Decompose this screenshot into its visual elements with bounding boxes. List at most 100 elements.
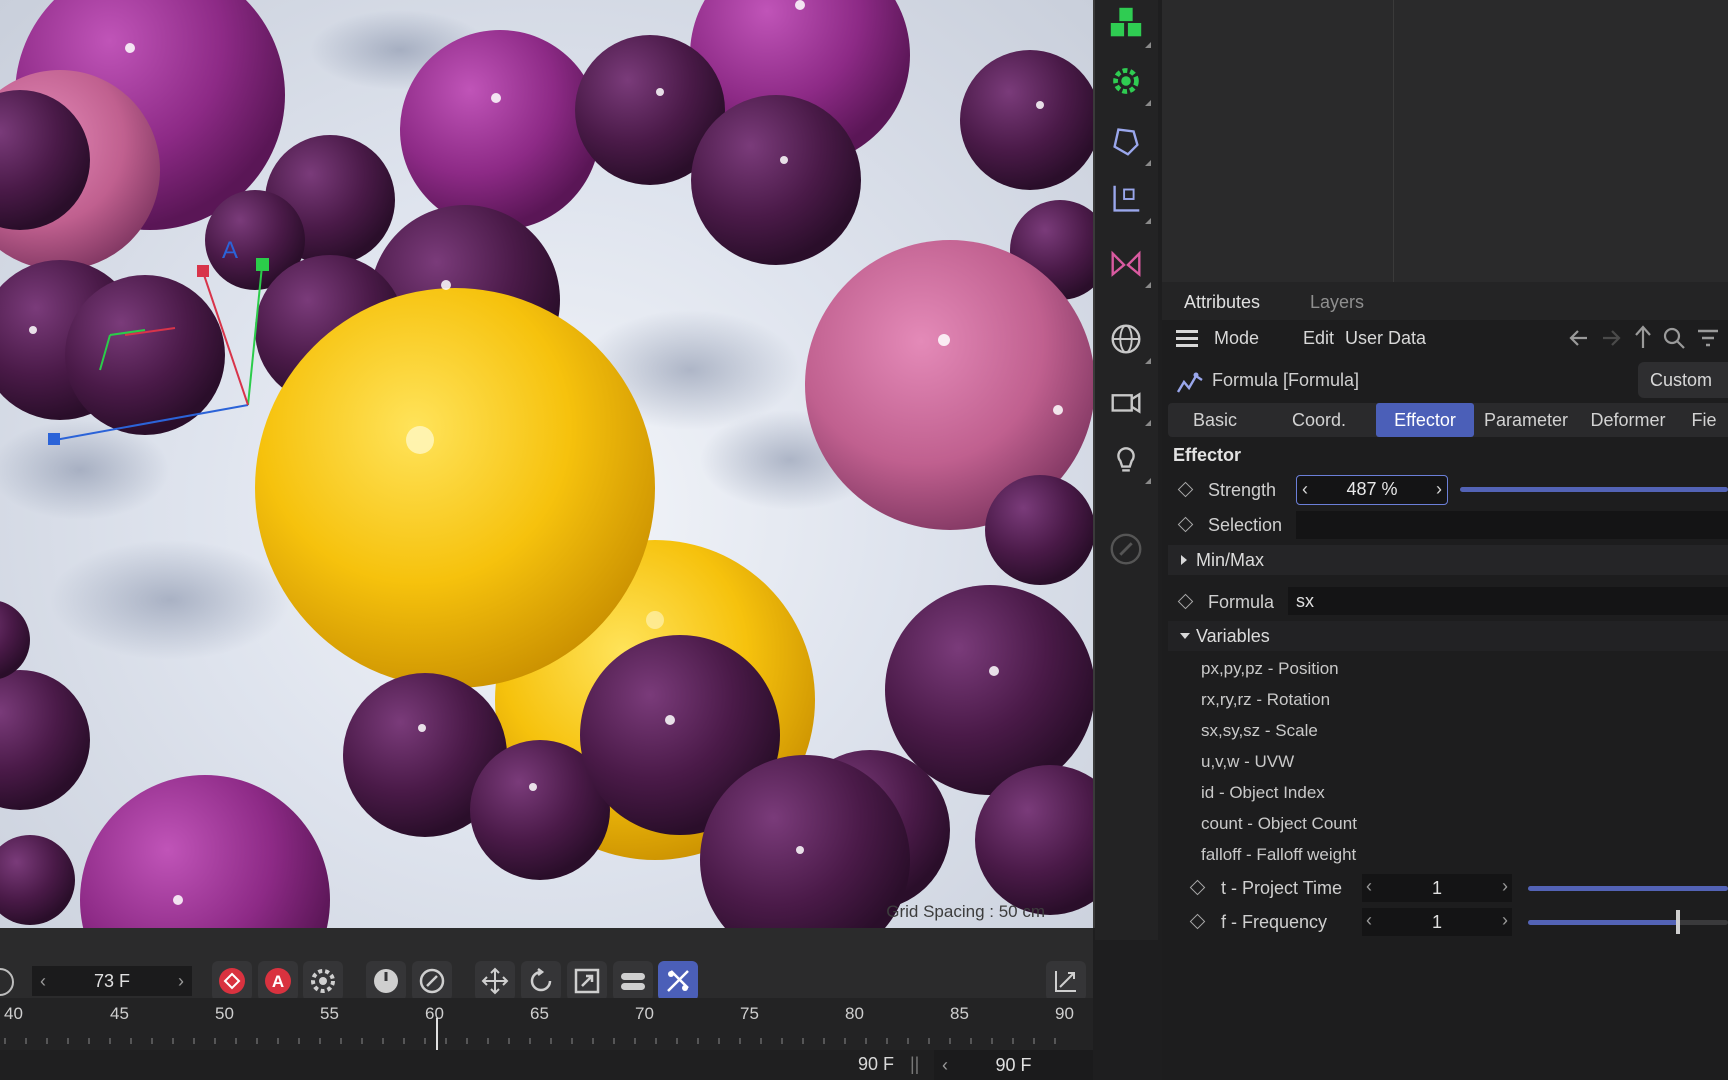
tab-fields[interactable]: Fie [1680,403,1728,437]
axis-label: A [222,237,238,264]
play-icon[interactable] [0,968,14,996]
tick-label: 80 [845,1004,864,1023]
minmax-label: Min/Max [1196,550,1265,570]
param-key-icon[interactable] [613,961,653,1001]
environment-icon[interactable] [1103,316,1151,364]
tick-label: 45 [110,1004,129,1023]
expand-arrow-icon[interactable] [1181,555,1187,565]
edit-icon[interactable] [1103,526,1149,572]
project-time-slider[interactable] [1528,886,1728,891]
collapse-arrow-icon[interactable] [1180,633,1190,639]
effector-gear-icon[interactable] [1103,58,1151,106]
mouse-mode-icon[interactable] [366,961,406,1001]
tab-parameter[interactable]: Parameter [1476,403,1576,437]
hamburger-menu-icon[interactable] [1176,330,1198,348]
record-keyframe-button[interactable] [212,961,252,1001]
selection-label: Selection [1208,515,1283,535]
tab-attributes[interactable]: Attributes [1184,292,1260,313]
tick-label: 90 [1055,1004,1074,1023]
timeline-range-bar[interactable]: 90 F || ‹ 90 F [0,1050,1093,1080]
menu-user-data[interactable]: User Data [1345,328,1426,349]
keyframe-diamond-icon[interactable] [1189,879,1206,896]
3d-viewport[interactable]: A Grid Spacing : 50 cm [0,0,1095,928]
tab-effector[interactable]: Effector [1376,403,1474,437]
menu-mode[interactable]: Mode [1214,328,1259,349]
selection-field[interactable] [1296,511,1728,539]
variable-item: falloff - Falloff weight [1201,845,1357,864]
pla-key-icon[interactable] [658,961,698,1001]
project-time-label: t - Project Time [1221,878,1343,898]
increment-chevron-icon[interactable]: › [178,966,184,996]
variable-item: count - Object Count [1201,814,1357,833]
range-separator-icon: || [910,1054,920,1074]
custom-button[interactable]: Custom [1638,362,1728,398]
light-icon[interactable] [1103,436,1151,484]
keyframe-mode-icon[interactable] [412,961,452,1001]
frequency-field[interactable]: ‹ 1 › [1362,908,1512,936]
tick-label: 40 [4,1004,23,1023]
keyframe-settings-gear-icon[interactable] [303,961,343,1001]
increment-chevron-icon[interactable]: › [1502,876,1508,897]
variable-item: sx,sy,sz - Scale [1201,721,1318,740]
increment-chevron-icon[interactable]: › [1436,479,1442,500]
tick-label: 60 [425,1004,444,1023]
camera-icon[interactable] [1103,378,1151,426]
move-key-icon[interactable] [475,961,515,1001]
keyframe-diamond-icon[interactable] [1177,593,1194,610]
keyframe-diamond-icon[interactable] [1189,913,1206,930]
decrement-chevron-icon[interactable]: ‹ [40,966,46,996]
decrement-chevron-icon[interactable]: ‹ [942,1050,948,1080]
keyframe-diamond-icon[interactable] [1177,516,1194,533]
strength-value: 487 % [1346,479,1398,499]
frequency-label: f - Frequency [1221,912,1328,932]
variable-item: id - Object Index [1201,783,1325,802]
tab-deformer[interactable]: Deformer [1578,403,1678,437]
tick-label: 55 [320,1004,339,1023]
formula-effector-icon [1176,372,1203,393]
tick-label: 75 [740,1004,759,1023]
minmax-group[interactable]: Min/Max [1168,545,1728,575]
tab-basic[interactable]: Basic [1168,403,1262,437]
search-icon[interactable] [1662,326,1686,350]
formula-label: Formula [1208,592,1275,612]
variables-label: Variables [1196,626,1270,646]
strength-field[interactable]: ‹ 487 % › [1296,475,1448,505]
deformer-icon[interactable] [1103,118,1151,166]
variables-group[interactable]: Variables [1168,621,1728,651]
playhead[interactable] [436,1018,438,1050]
variable-item: px,py,pz - Position [1201,659,1339,678]
cloner-icon[interactable] [1103,0,1151,48]
svg-text:A: A [272,972,284,991]
project-time-field[interactable]: ‹ 1 › [1362,874,1512,902]
grid-spacing-label: Grid Spacing : 50 cm [886,902,1045,921]
back-arrow-icon[interactable] [1567,326,1591,350]
keyframe-diamond-icon[interactable] [1177,481,1194,498]
timeline-panel: ‹ 73 F › A 40 45 50 55 60 65 70 75 80 85… [0,928,1093,1080]
up-arrow-icon[interactable] [1631,324,1655,350]
filter-icon[interactable] [1696,326,1720,350]
timeline-ruler[interactable]: 40 45 50 55 60 65 70 75 80 85 90 [0,998,1093,1050]
tab-layers[interactable]: Layers [1310,292,1364,313]
forward-arrow-icon[interactable] [1599,326,1623,350]
scale-key-icon[interactable] [567,961,607,1001]
fcurve-icon[interactable] [1046,961,1086,1001]
formula-input[interactable]: sx [1288,587,1728,615]
menu-edit[interactable]: Edit [1303,328,1334,349]
variable-item: rx,ry,rz - Rotation [1201,690,1331,709]
autokey-button[interactable]: A [258,961,298,1001]
tick-label: 70 [635,1004,654,1023]
coordinate-icon[interactable] [1103,176,1151,224]
end-frame-field[interactable]: ‹ 90 F [934,1050,1093,1080]
current-frame-field[interactable]: ‹ 73 F › [32,966,192,996]
object-name: Formula [Formula] [1212,370,1360,390]
subtab-bar: Basic Coord. Effector Parameter Deformer… [1168,403,1728,437]
rotate-key-icon[interactable] [521,961,561,1001]
frequency-slider[interactable] [1528,910,1728,934]
strength-slider[interactable] [1460,487,1728,492]
slider-handle[interactable] [1676,910,1680,934]
tick-label: 65 [530,1004,549,1023]
symmetry-icon[interactable] [1103,240,1151,288]
tab-coord[interactable]: Coord. [1264,403,1374,437]
increment-chevron-icon[interactable]: › [1502,910,1508,931]
strength-label: Strength [1208,480,1277,500]
